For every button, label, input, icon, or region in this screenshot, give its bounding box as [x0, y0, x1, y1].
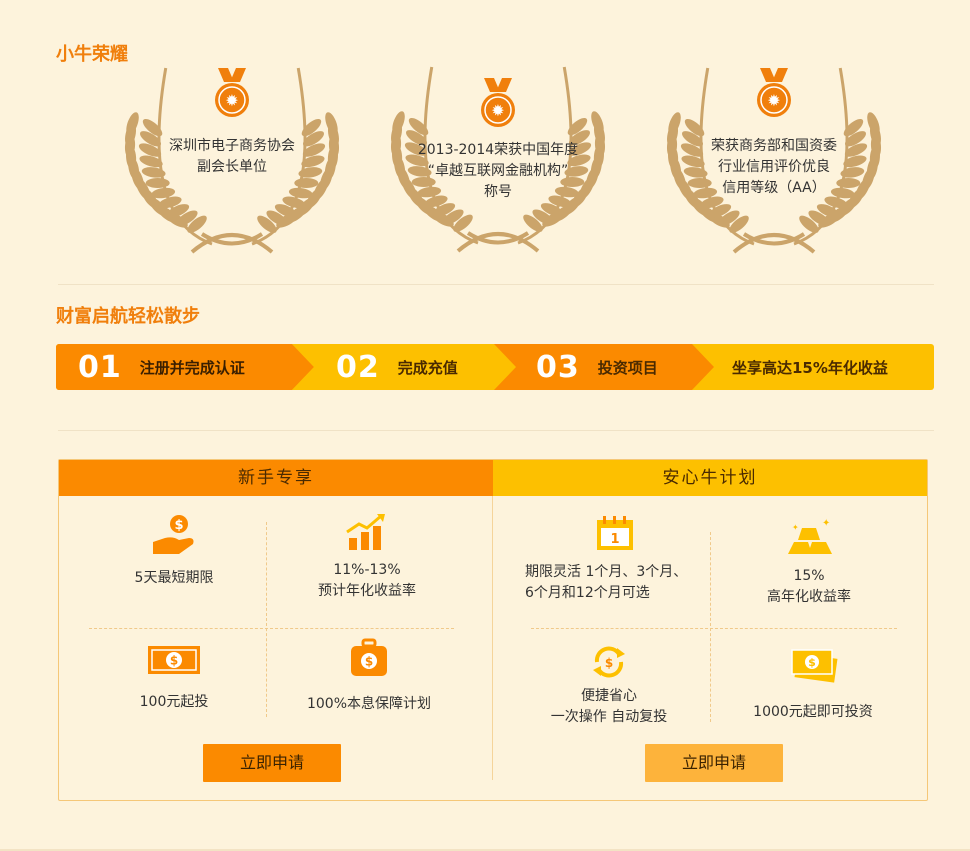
honor-badge-2: ✹ 2013-2014荣获中国年度 “卓越互联网金融机构” 称号 [378, 42, 618, 262]
newbie-cell-guarantee: $ 100%本息保障计划 [284, 638, 454, 715]
step-label: 投资项目 [597, 358, 658, 377]
cell-line: 100%本息保障计划 [306, 696, 432, 712]
cell-line: 期限灵活 1个月、3个月、 [525, 564, 688, 580]
newbie-cell-rate: 11%-13% 预计年化收益率 [287, 512, 447, 602]
step-label: 注册并完成认证 [139, 358, 245, 377]
step-number: 01 [78, 349, 122, 385]
medal-icon: ✹ [757, 68, 791, 117]
cell-line: 15% [793, 568, 825, 584]
svg-text:$: $ [365, 655, 373, 669]
step-label: 坐享高达15%年化收益 [732, 358, 888, 377]
cell-line: 100元起投 [139, 694, 209, 710]
calendar-icon: 1 [597, 516, 633, 550]
svg-text:$: $ [170, 654, 178, 668]
svg-text:1: 1 [610, 532, 619, 547]
steps-title: 财富启航轻松散步 [56, 306, 200, 327]
svg-text:✹: ✹ [491, 101, 504, 120]
cell-line: 11%-13% [333, 562, 401, 578]
gold-bars-icon: ✦ ✦ [788, 518, 832, 554]
svg-text:✹: ✹ [767, 91, 780, 110]
honor-line: 称号 [484, 184, 512, 200]
honor-line: 2013-2014荣获中国年度 [417, 142, 579, 158]
svg-text:$: $ [605, 656, 613, 670]
step-label: 完成充值 [397, 358, 458, 377]
honor-text: 荣获商务部和国资委 行业信用评价优良 信用等级（AA） [664, 136, 884, 199]
product-panel: 新手专享 安心牛计划 $ 5天最短期限 11%-13% 预计年化收益率 $ 10… [58, 459, 928, 801]
cell-line: 5天最短期限 [134, 570, 214, 586]
cell-line: 1000元起即可投资 [753, 704, 873, 720]
newbie-header: 新手专享 [59, 460, 493, 496]
svg-text:$: $ [174, 518, 183, 533]
honor-line: 信用等级（AA） [722, 180, 826, 196]
recycle-coin-icon: $ [593, 646, 625, 678]
cell-line: 便捷省心 [581, 688, 637, 704]
banknote-icon: $ [148, 646, 200, 674]
cell-line: 高年化收益率 [767, 589, 851, 605]
svg-text:✹: ✹ [225, 91, 238, 110]
plan-header: 安心牛计划 [493, 460, 927, 496]
newbie-apply-button[interactable]: 立即申请 [203, 744, 341, 782]
cell-line: 一次操作 自动复投 [550, 709, 668, 725]
cell-line: 预计年化收益率 [318, 583, 416, 599]
newbie-cell-min: $ 100元起投 [99, 644, 249, 713]
column-divider [492, 496, 493, 780]
divider [58, 284, 934, 285]
divider [58, 430, 934, 431]
svg-text:$: $ [808, 656, 816, 669]
cell-divider [710, 532, 711, 722]
honor-line: “卓越互联网金融机构” [427, 163, 569, 179]
hand-dollar-icon: $ [153, 515, 194, 554]
honor-line: 行业信用评价优良 [718, 159, 830, 175]
money-bag-icon: $ [351, 638, 387, 676]
plan-cell-reinvest: $ 便捷省心 一次操作 自动复投 [529, 644, 689, 728]
step-2: 02 完成充值 [336, 344, 458, 390]
honor-line: 副会长单位 [197, 159, 267, 175]
medal-icon: ✹ [215, 68, 249, 117]
plan-apply-button[interactable]: 立即申请 [645, 744, 783, 782]
cash-stack-icon: $ [791, 649, 838, 683]
step-3: 03 投资项目 [536, 344, 658, 390]
plan-cell-term: 1 期限灵活 1个月、3个月、 6个月和12个月可选 [525, 516, 705, 604]
medal-icon: ✹ [481, 78, 515, 127]
steps-bar: 01 注册并完成认证 02 完成充值 03 投资项目 坐享高达15%年化收益 [56, 344, 934, 390]
newbie-cell-term: $ 5天最短期限 [99, 514, 249, 589]
honor-text: 2013-2014荣获中国年度 “卓越互联网金融机构” 称号 [388, 140, 608, 203]
growth-chart-icon [346, 514, 385, 550]
honor-line: 荣获商务部和国资委 [711, 138, 837, 154]
cell-divider [266, 522, 267, 717]
honor-badge-1: ✹ 深圳市电子商务协会 副会长单位 [112, 48, 352, 258]
step-number: 02 [336, 349, 380, 385]
plan-cell-rate: ✦ ✦ 15% 高年化收益率 [739, 516, 879, 608]
plan-cell-min: $ 1000元起即可投资 [723, 644, 903, 723]
step-number: 03 [536, 349, 580, 385]
svg-text:✦: ✦ [822, 518, 830, 529]
step-1: 01 注册并完成认证 [78, 344, 245, 390]
cell-divider [89, 628, 454, 629]
step-4: 坐享高达15%年化收益 [732, 344, 888, 390]
cell-line: 6个月和12个月可选 [525, 585, 650, 601]
honor-badge-3: ✹ 荣获商务部和国资委 行业信用评价优良 信用等级（AA） [654, 48, 894, 258]
cell-divider [531, 628, 897, 629]
honor-text: 深圳市电子商务协会 副会长单位 [122, 136, 342, 178]
honor-line: 深圳市电子商务协会 [169, 138, 295, 154]
svg-text:✦: ✦ [792, 523, 799, 532]
